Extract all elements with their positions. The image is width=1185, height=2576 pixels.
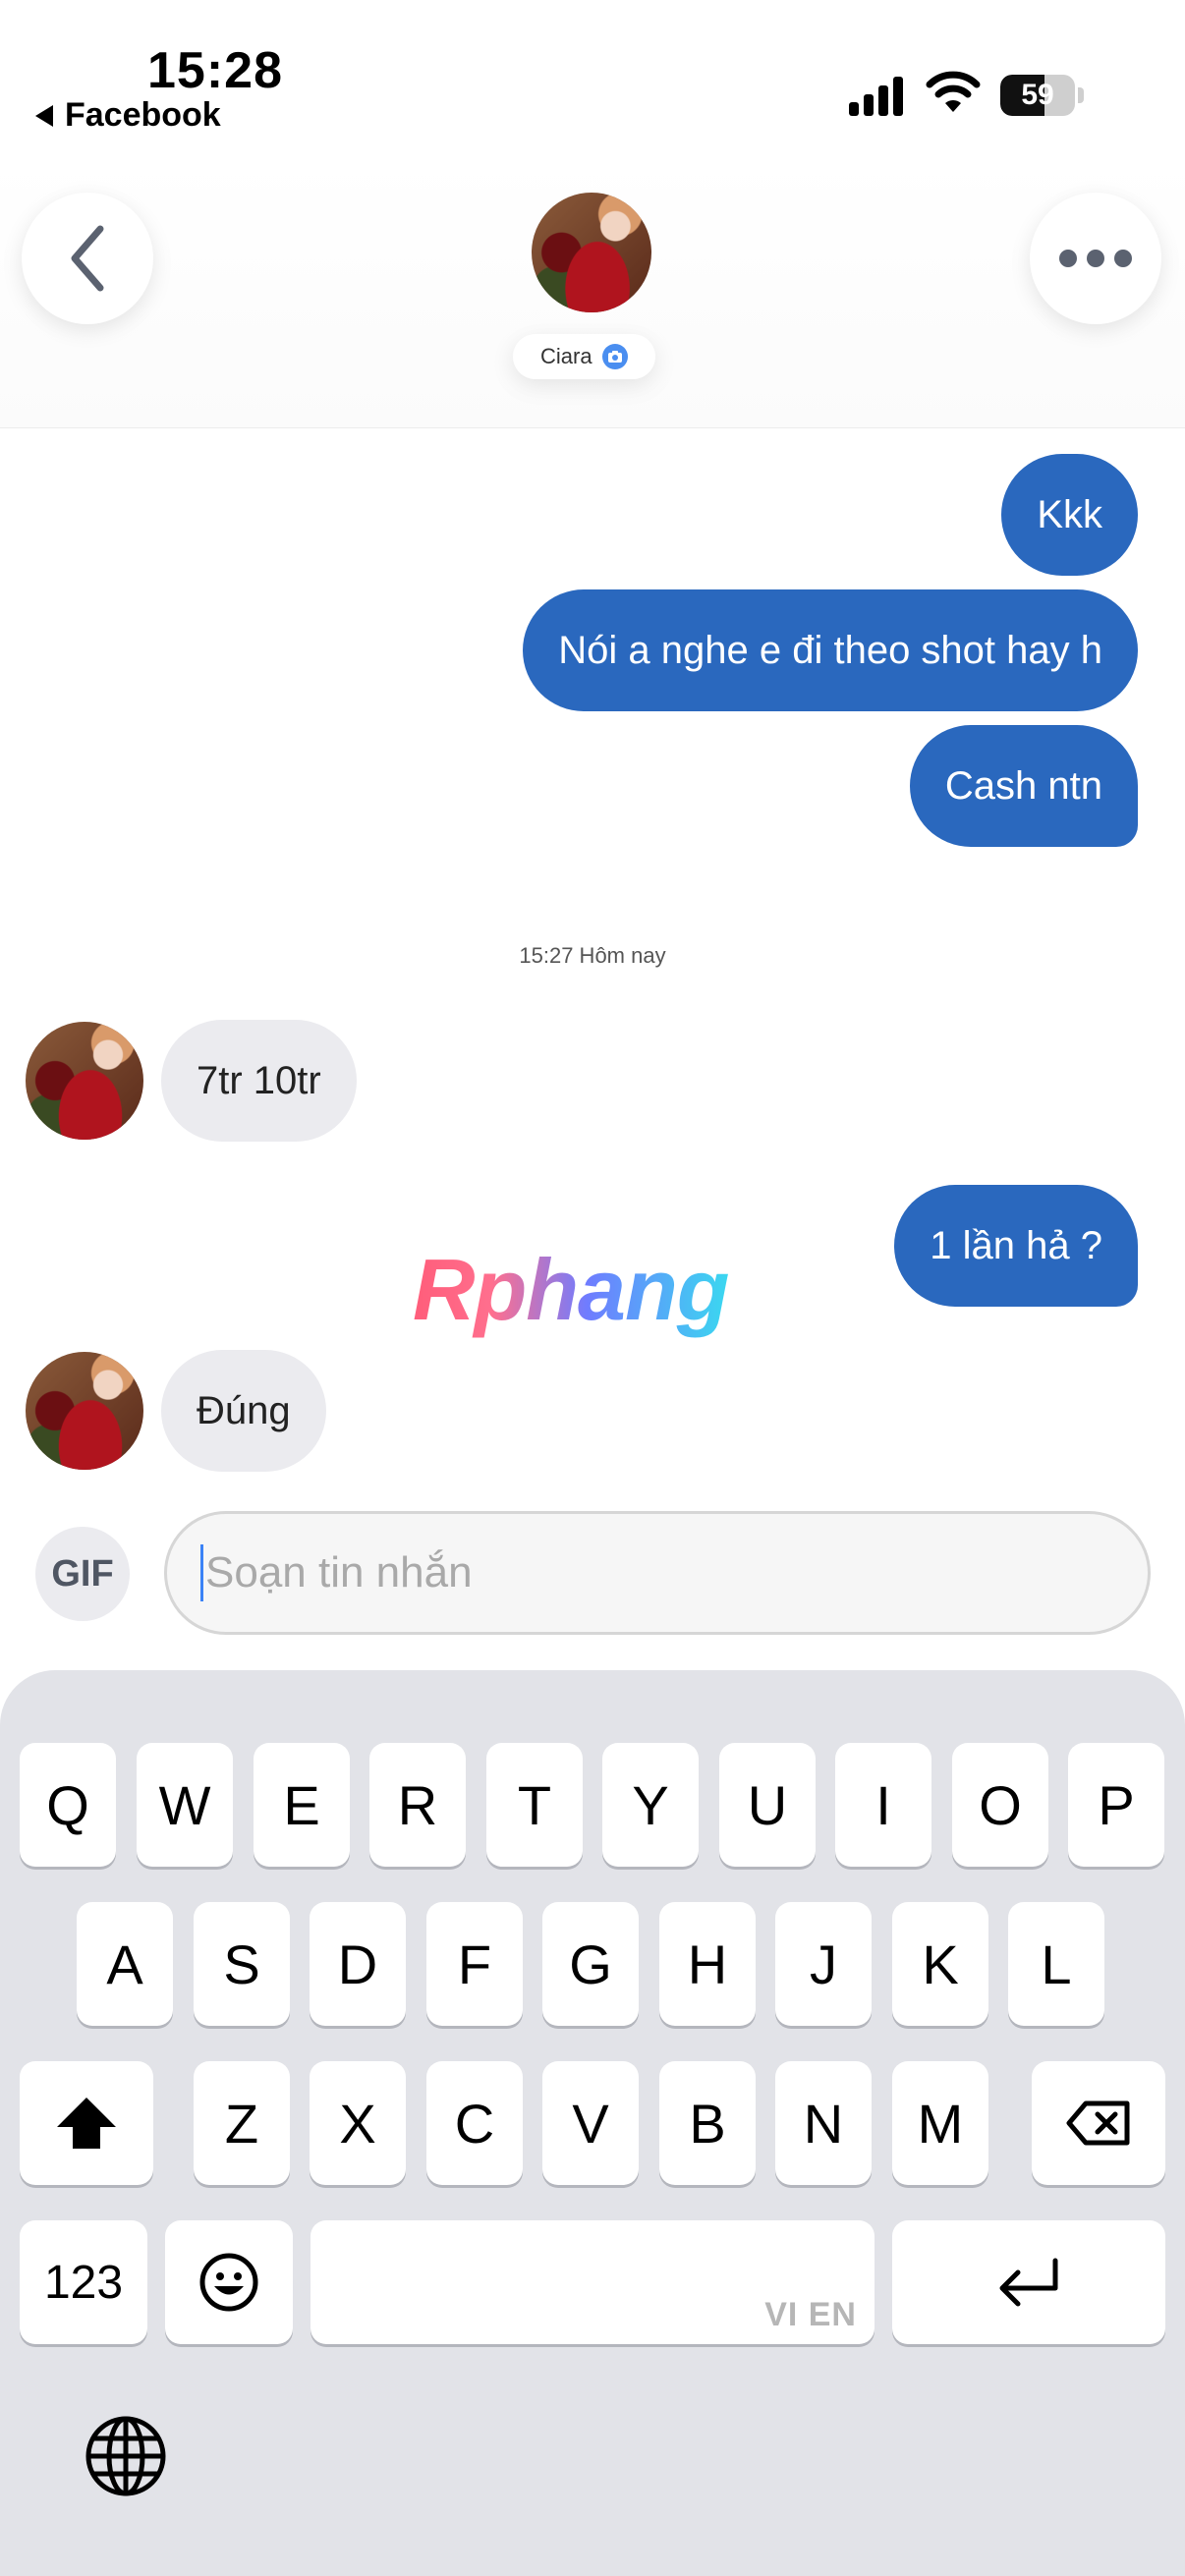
key-d[interactable]: D bbox=[310, 1902, 406, 2026]
chat-header: Ciara bbox=[0, 157, 1185, 428]
key-f[interactable]: F bbox=[426, 1902, 523, 2026]
chevron-left-icon bbox=[71, 225, 104, 292]
key-l[interactable]: L bbox=[1008, 1902, 1104, 2026]
emoji-key[interactable] bbox=[165, 2220, 293, 2344]
key-t[interactable]: T bbox=[486, 1743, 583, 1867]
contact-avatar[interactable] bbox=[532, 193, 651, 312]
message-input[interactable]: Soạn tin nhắn bbox=[164, 1511, 1151, 1635]
back-to-app-link[interactable]: Facebook bbox=[35, 96, 221, 135]
key-s[interactable]: S bbox=[194, 1902, 290, 2026]
key-h[interactable]: H bbox=[659, 1902, 756, 2026]
globe-icon bbox=[85, 2416, 166, 2496]
text-caret bbox=[200, 1544, 203, 1601]
key-n[interactable]: N bbox=[775, 2061, 872, 2185]
language-hint: VI EN bbox=[764, 2296, 857, 2333]
key-p[interactable]: P bbox=[1068, 1743, 1164, 1867]
back-button[interactable] bbox=[22, 193, 153, 324]
key-k[interactable]: K bbox=[892, 1902, 988, 2026]
key-w[interactable]: W bbox=[137, 1743, 233, 1867]
message-bubble-outgoing[interactable]: Cash ntn bbox=[909, 725, 1138, 847]
sender-avatar[interactable] bbox=[26, 1022, 143, 1140]
keyboard: Q W E R T Y U I O P A S D F G H J K L Z … bbox=[0, 1670, 1185, 2576]
message-bubble-incoming[interactable]: Đúng bbox=[161, 1350, 326, 1472]
key-c[interactable]: C bbox=[426, 2061, 523, 2185]
message-timestamp: 15:27 Hôm nay bbox=[519, 943, 666, 968]
key-q[interactable]: Q bbox=[20, 1743, 116, 1867]
backspace-icon bbox=[1066, 2100, 1130, 2146]
key-y[interactable]: Y bbox=[602, 1743, 699, 1867]
battery-percent: 59 bbox=[1021, 79, 1054, 111]
verified-camera-icon bbox=[601, 344, 628, 369]
wifi-icon bbox=[926, 71, 981, 112]
key-u[interactable]: U bbox=[719, 1743, 816, 1867]
back-app-label: Facebook bbox=[65, 96, 221, 134]
message-bubble-outgoing[interactable]: Nói a nghe e đi theo shot hay h bbox=[523, 589, 1138, 711]
return-arrow-icon bbox=[999, 2258, 1058, 2307]
gif-button[interactable]: GIF bbox=[35, 1527, 130, 1621]
watermark-logo: Rphang bbox=[413, 1241, 730, 1338]
key-i[interactable]: I bbox=[835, 1743, 931, 1867]
key-x[interactable]: X bbox=[310, 2061, 406, 2185]
key-m[interactable]: M bbox=[892, 2061, 988, 2185]
key-b[interactable]: B bbox=[659, 2061, 756, 2185]
key-a[interactable]: A bbox=[77, 1902, 173, 2026]
key-j[interactable]: J bbox=[775, 1902, 872, 2026]
delete-key[interactable] bbox=[1032, 2061, 1165, 2185]
emoji-icon bbox=[199, 2253, 258, 2312]
message-input-placeholder: Soạn tin nhắn bbox=[205, 1548, 473, 1596]
message-bubble-outgoing[interactable]: Kkk bbox=[1001, 454, 1138, 576]
key-r[interactable]: R bbox=[369, 1743, 466, 1867]
key-z[interactable]: Z bbox=[194, 2061, 290, 2185]
shift-key[interactable] bbox=[20, 2061, 153, 2185]
shift-arrow-icon bbox=[57, 2098, 116, 2149]
contact-name: Ciara bbox=[540, 344, 592, 368]
key-o[interactable]: O bbox=[952, 1743, 1048, 1867]
key-g[interactable]: G bbox=[542, 1902, 639, 2026]
contact-name-pill[interactable]: Ciara bbox=[513, 334, 655, 379]
message-bubble-incoming[interactable]: 7tr 10tr bbox=[161, 1020, 357, 1142]
sender-avatar[interactable] bbox=[26, 1352, 143, 1470]
language-globe-button[interactable] bbox=[81, 2411, 171, 2501]
more-dots-icon bbox=[1059, 250, 1132, 267]
numbers-key[interactable]: 123 bbox=[20, 2220, 147, 2344]
battery-indicator: 59 bbox=[1000, 75, 1084, 116]
key-e[interactable]: E bbox=[254, 1743, 350, 1867]
space-key[interactable]: VI EN bbox=[310, 2220, 875, 2344]
status-time: 15:28 bbox=[147, 42, 283, 99]
return-key[interactable] bbox=[892, 2220, 1165, 2344]
cellular-signal-icon bbox=[849, 77, 903, 116]
message-bubble-outgoing[interactable]: 1 lần hả ? bbox=[894, 1185, 1138, 1307]
more-options-button[interactable] bbox=[1030, 193, 1161, 324]
back-triangle-icon bbox=[35, 104, 53, 127]
key-v[interactable]: V bbox=[542, 2061, 639, 2185]
